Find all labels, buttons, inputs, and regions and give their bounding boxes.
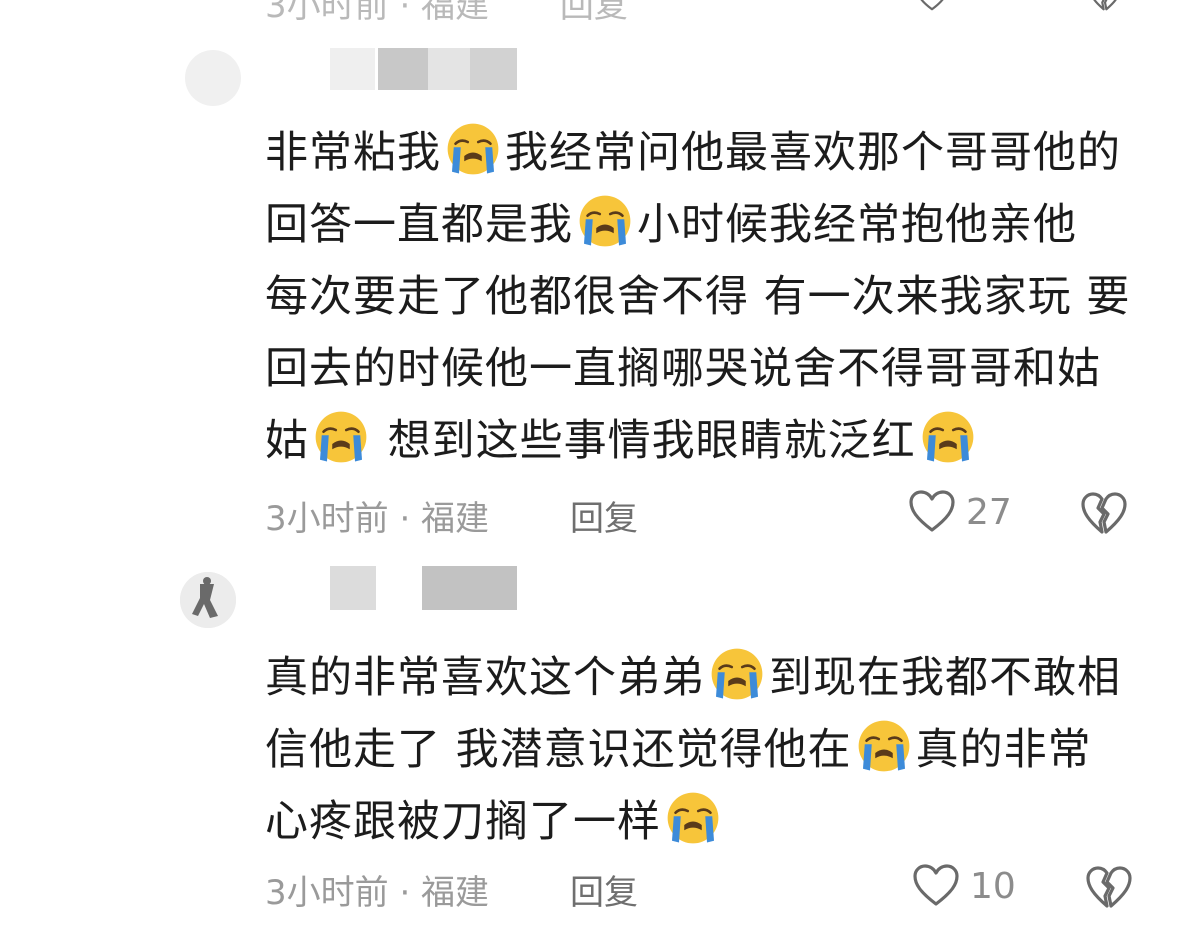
loudly-crying-face-icon	[577, 193, 633, 249]
loudly-crying-face-icon	[709, 646, 765, 702]
avatar-figure-icon	[180, 572, 236, 628]
username-blurred	[330, 566, 376, 610]
comment-meta: 3小时前 · 福建 回复	[265, 493, 638, 539]
username-blurred	[428, 48, 470, 90]
like-count: 10	[970, 865, 1016, 907]
username-blurred	[422, 566, 517, 610]
like-button[interactable]: 27	[908, 490, 1012, 534]
reply-button[interactable]: 回复	[570, 491, 638, 540]
time-location: 3小时前 · 福建	[265, 498, 490, 539]
heart-icon	[912, 864, 960, 908]
username-blurred	[378, 48, 428, 90]
loudly-crying-face-icon	[665, 790, 721, 846]
heart-icon[interactable]	[910, 0, 954, 12]
time-location: 3小时前 · 福建	[265, 872, 490, 913]
avatar[interactable]	[180, 572, 236, 628]
like-button[interactable]: 10	[912, 864, 1016, 908]
loudly-crying-face-icon	[313, 409, 369, 465]
broken-heart-icon[interactable]	[1080, 492, 1128, 536]
loudly-crying-face-icon	[445, 121, 501, 177]
previous-comment-meta: 3小时前 · 福建 回复	[265, 0, 628, 27]
comment-meta: 3小时前 · 福建 回复	[265, 867, 638, 913]
avatar[interactable]	[185, 50, 241, 106]
broken-heart-icon[interactable]	[1085, 0, 1125, 12]
loudly-crying-face-icon	[920, 409, 976, 465]
heart-icon	[908, 490, 956, 534]
reply-button[interactable]: 回复	[570, 865, 638, 914]
username-blurred	[330, 48, 375, 90]
comment-text: 非常粘我 我经常问他最喜欢那个哥哥他的 回答一直都是我 小时候我经常抱他亲他 每次要…	[265, 117, 1145, 477]
like-count: 27	[966, 491, 1012, 533]
comment-text: 真的非常喜欢这个弟弟 到现在我都不敢相 信他走了 我潜意识还觉得他在 真的非常 心疼…	[265, 642, 1145, 858]
reply-button[interactable]: 回复	[560, 0, 628, 26]
time-location: 3小时前 · 福建	[265, 0, 490, 26]
broken-heart-icon[interactable]	[1085, 866, 1133, 910]
username-blurred	[470, 48, 517, 90]
loudly-crying-face-icon	[856, 718, 912, 774]
